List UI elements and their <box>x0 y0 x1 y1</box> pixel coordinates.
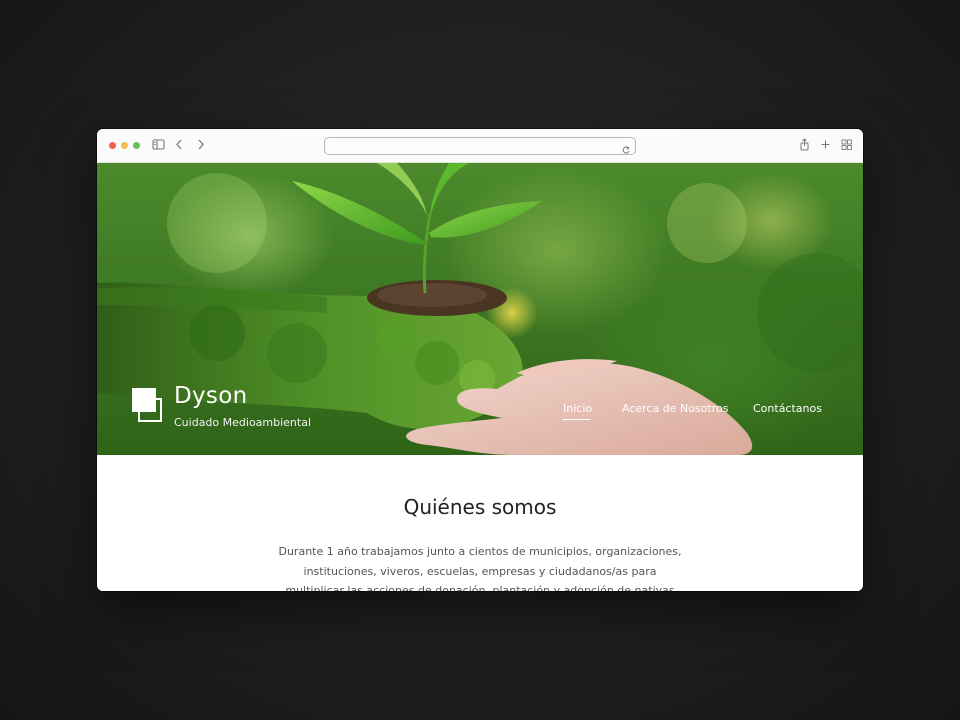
forward-icon[interactable] <box>194 138 208 152</box>
nav-link-inicio[interactable]: Inicio <box>563 402 592 415</box>
logo-square-outline <box>138 398 162 422</box>
hero-banner: Dyson Cuidado Medioambiental Inicio Acer… <box>97 163 863 455</box>
minimize-window-button[interactable] <box>121 142 128 149</box>
brand-logo[interactable] <box>132 388 166 426</box>
browser-toolbar <box>97 129 863 163</box>
about-section: Quiénes somos Durante 1 año trabajamos j… <box>97 455 863 591</box>
brand-tagline: Cuidado Medioambiental <box>174 416 312 429</box>
tab-overview-icon[interactable] <box>840 138 854 152</box>
nav-link-acerca-de-nosotros[interactable]: Acerca de Nosotros <box>622 402 728 415</box>
maximize-window-button[interactable] <box>133 142 140 149</box>
back-icon[interactable] <box>173 138 187 152</box>
address-bar[interactable] <box>324 137 636 155</box>
close-window-button[interactable] <box>109 142 116 149</box>
sidebar-icon[interactable] <box>152 138 166 152</box>
hero-image <box>97 163 863 455</box>
nav-link-contactanos[interactable]: Contáctanos <box>753 402 822 415</box>
reload-icon[interactable] <box>621 140 631 154</box>
browser-window: Dyson Cuidado Medioambiental Inicio Acer… <box>97 129 863 591</box>
nav-active-indicator <box>563 419 590 420</box>
share-icon[interactable] <box>798 138 812 152</box>
section-paragraph: Durante 1 año trabajamos junto a cientos… <box>278 545 682 591</box>
section-title: Quiénes somos <box>403 495 557 519</box>
new-tab-icon[interactable] <box>819 138 833 152</box>
brand-name[interactable]: Dyson <box>174 383 247 409</box>
